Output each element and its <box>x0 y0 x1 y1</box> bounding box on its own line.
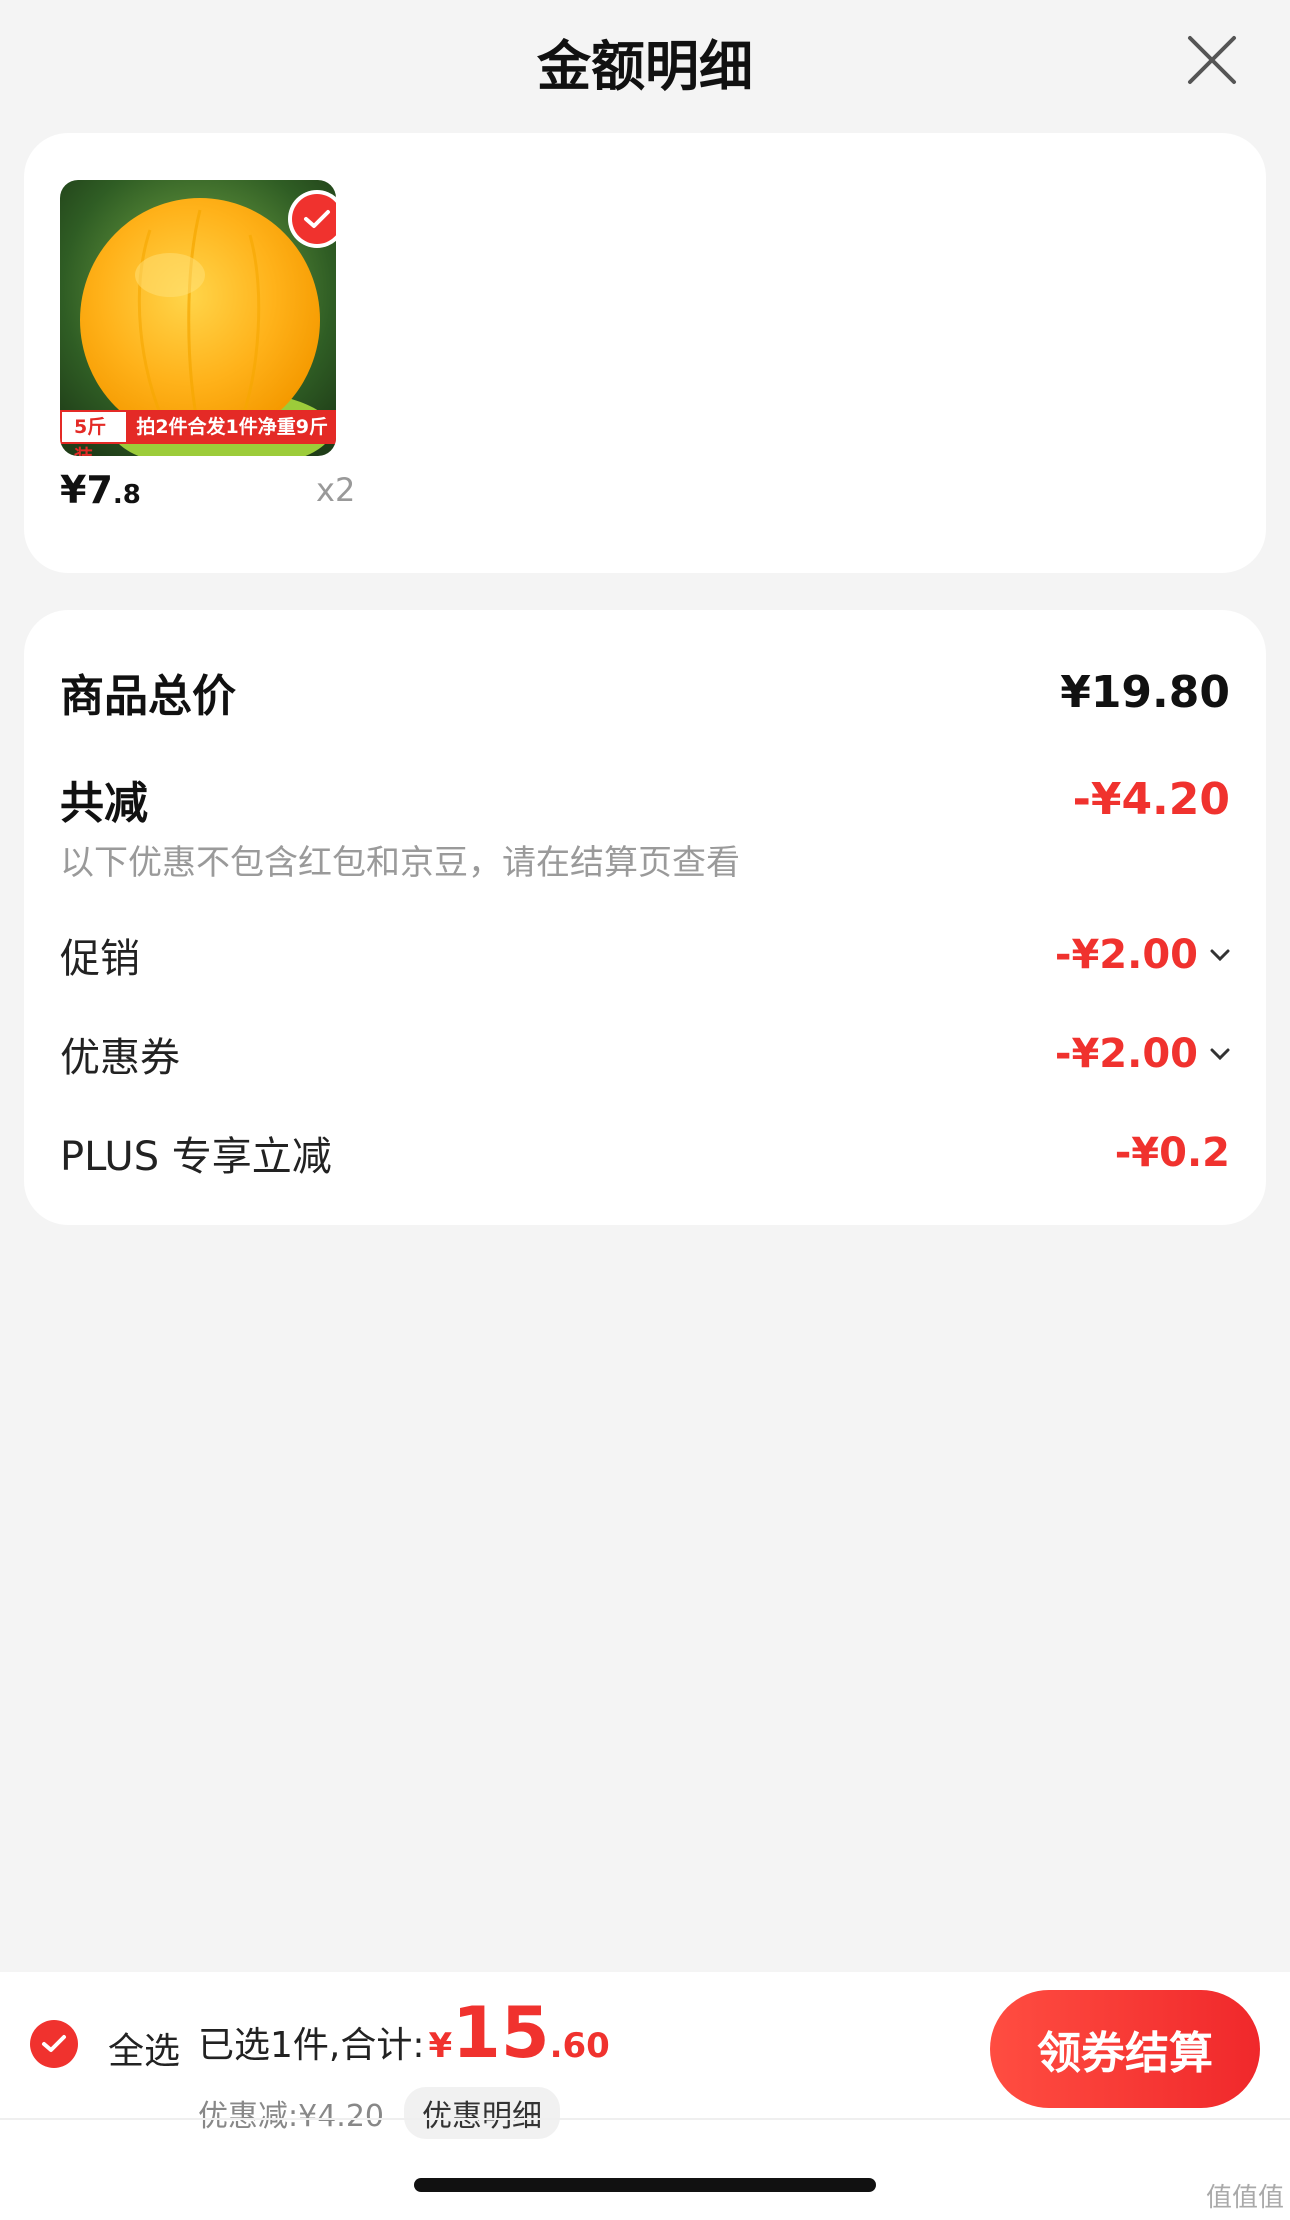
coupon-value-wrap: -¥2.00 <box>1055 1031 1230 1077</box>
coupon-label: 优惠券 <box>60 1035 180 1081</box>
plus-discount-row: PLUS 专享立减 -¥0.2 <box>60 1124 1230 1182</box>
promotion-label: 促销 <box>60 936 140 982</box>
checkout-button[interactable]: 领券结算 <box>990 1990 1260 2108</box>
total-reduce-row: 共减 -¥4.20 <box>60 767 1230 831</box>
selected-total: 已选1件,合计: ¥ 15 .60 <box>198 1992 610 2074</box>
selected-check-icon[interactable] <box>292 194 336 244</box>
promo-tag: 5斤装 拍2件合发1件净重9斤 <box>60 410 336 456</box>
total-integer: 15 <box>452 1992 550 2074</box>
select-all-label[interactable]: 全选 <box>108 2022 180 2074</box>
plus-discount-value: -¥0.2 <box>1114 1130 1230 1176</box>
selected-count-text: 已选1件,合计: <box>198 2025 425 2066</box>
product-price: ¥7.8 <box>60 468 141 512</box>
reduce-note: 以下优惠不包含红包和京豆，请在结算页查看 <box>60 843 740 883</box>
promotion-row[interactable]: 促销 -¥2.00 <box>60 926 1230 984</box>
tag-promo-text: 拍2件合发1件净重9斤 <box>126 410 336 444</box>
total-price-value: ¥19.80 <box>1060 666 1230 718</box>
total-decimal: .60 <box>549 2026 610 2066</box>
home-indicator[interactable] <box>414 2178 876 2192</box>
chevron-down-icon <box>1210 1048 1230 1061</box>
close-icon <box>1188 36 1236 84</box>
product-card: 5斤装 拍2件合发1件净重9斤 ¥7.8 x2 <box>24 133 1266 573</box>
chevron-down-icon <box>1210 949 1230 962</box>
product-image[interactable]: 5斤装 拍2件合发1件净重9斤 <box>60 180 336 456</box>
price-currency: ¥ <box>60 468 87 512</box>
discount-line: 优惠减:¥4.20 优惠明细 <box>198 2087 560 2139</box>
total-price-row: 商品总价 ¥19.80 <box>60 660 1230 724</box>
promotion-value: -¥2.00 <box>1054 932 1198 978</box>
header: 金额明细 <box>0 0 1290 120</box>
divider <box>0 2118 1290 2120</box>
price-integer: 7 <box>86 468 113 512</box>
close-button[interactable] <box>1180 28 1244 92</box>
amount-detail-page: 金额明细 5斤 拍2件合发1件净重9斤 ¥7.8 x2 商品总价 ¥19.80 … <box>0 0 1290 2220</box>
total-currency: ¥ <box>428 2026 453 2066</box>
tag-package: 5斤装 <box>60 410 127 456</box>
total-reduce-value: -¥4.20 <box>1072 773 1230 825</box>
price-summary-card: 商品总价 ¥19.80 共减 -¥4.20 以下优惠不包含红包和京豆，请在结算页… <box>24 610 1266 1225</box>
page-title: 金额明细 <box>537 35 753 98</box>
watermark-logo: 值值值 <box>1205 2183 1284 2213</box>
promotion-value-wrap: -¥2.00 <box>1055 932 1230 978</box>
total-price-label: 商品总价 <box>60 671 236 722</box>
product-quantity: x2 <box>316 471 356 509</box>
bottom-checkout-bar: 全选 已选1件,合计: ¥ 15 .60 优惠减:¥4.20 优惠明细 领券结算… <box>0 1972 1290 2220</box>
discount-detail-button[interactable]: 优惠明细 <box>404 2087 560 2139</box>
price-decimal: .8 <box>112 480 141 510</box>
select-all-checkbox[interactable] <box>30 2020 78 2068</box>
discount-amount: 优惠减:¥4.20 <box>198 2099 384 2134</box>
coupon-value: -¥2.00 <box>1054 1031 1198 1077</box>
total-reduce-label: 共减 <box>60 778 148 829</box>
plus-discount-label: PLUS 专享立减 <box>60 1134 332 1180</box>
coupon-row[interactable]: 优惠券 -¥2.00 <box>60 1025 1230 1083</box>
check-icon <box>42 2035 66 2052</box>
